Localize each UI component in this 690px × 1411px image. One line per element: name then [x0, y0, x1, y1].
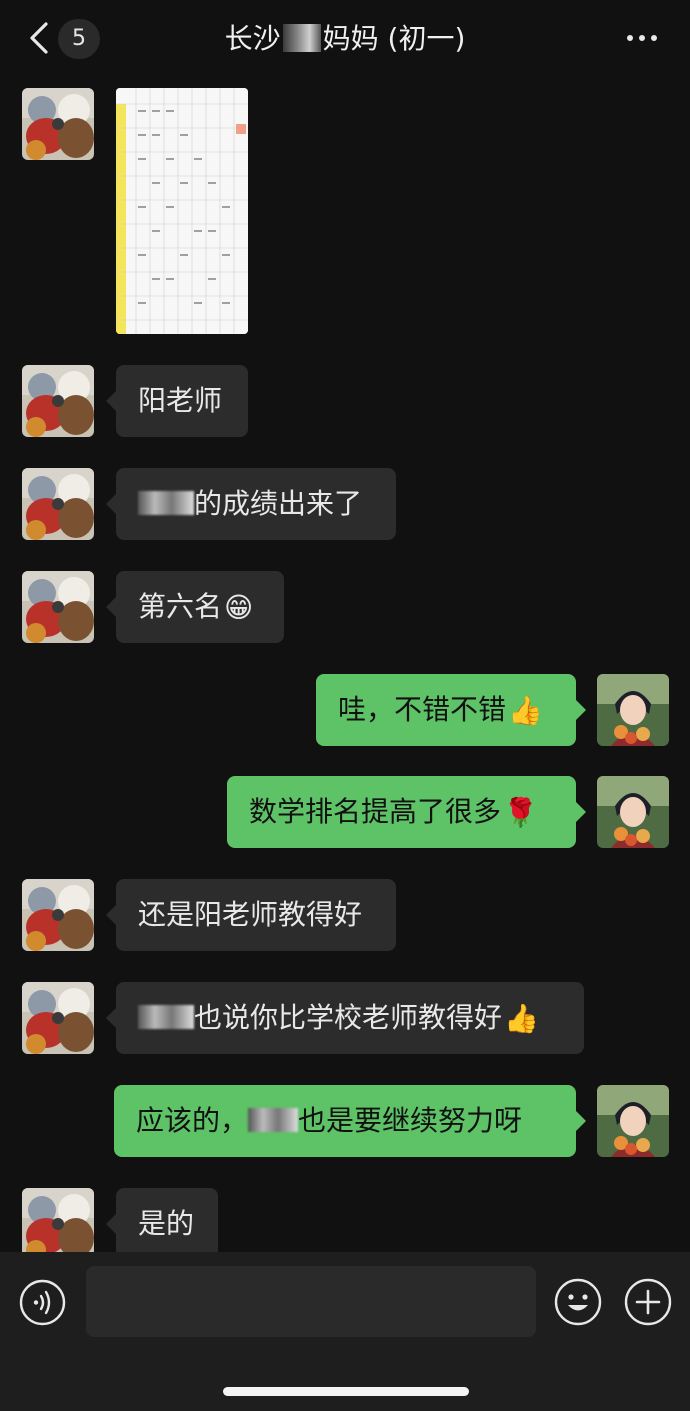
redaction-mask [138, 491, 194, 515]
ellipsis-icon [627, 35, 657, 41]
message-bubble-outgoing[interactable]: 应该的， 也是要继续努力呀 [114, 1085, 586, 1157]
contact-avatar[interactable] [22, 365, 94, 437]
contact-avatar[interactable] [22, 982, 94, 1054]
message-bubble-incoming[interactable]: 还是阳老师教得好 [106, 879, 396, 951]
smiley-icon [554, 1278, 602, 1326]
contact-avatar[interactable] [22, 879, 94, 951]
message-text: 是的 [138, 1207, 195, 1240]
message-bubble-outgoing[interactable]: 数学排名提高了很多🌹 [227, 776, 586, 848]
chat-title: 长沙 妈妈 (初一) [140, 18, 550, 60]
thumbs-up-emoji-icon: 👍 [508, 694, 543, 727]
message-bubble-incoming[interactable]: 阳老师 [106, 365, 248, 437]
home-indicator[interactable] [223, 1387, 469, 1396]
redaction-mask [282, 24, 321, 52]
chat-header: 5 长沙 妈妈 (初一) [0, 0, 690, 78]
message-bubble-incoming[interactable]: 是的 [106, 1188, 218, 1260]
message-text: 也是要继续努力呀 [298, 1104, 523, 1137]
message-input[interactable] [86, 1266, 536, 1337]
message-text: 也说你比学校老师教得好 [194, 1001, 503, 1034]
contact-avatar[interactable] [22, 468, 94, 540]
chat-title-suffix: 妈妈 (初一) [322, 22, 466, 55]
redaction-mask [248, 1108, 299, 1132]
more-options-button[interactable] [622, 28, 662, 48]
grinning-emoji-icon: 😁 [224, 591, 254, 624]
unread-count-badge: 5 [58, 19, 100, 59]
message-text: 哇，不错不错 [338, 693, 507, 726]
back-button[interactable] [22, 18, 56, 58]
self-avatar[interactable] [597, 674, 669, 746]
message-text: 数学排名提高了很多 [249, 795, 502, 828]
contact-avatar[interactable] [22, 1188, 94, 1260]
message-text: 阳老师 [138, 384, 223, 417]
redaction-mask [138, 1005, 194, 1029]
rose-emoji-icon: 🌹 [503, 796, 538, 829]
self-avatar[interactable] [597, 1085, 669, 1157]
message-text: 的成绩出来了 [194, 487, 363, 520]
thumbs-up-emoji-icon: 👍 [504, 1002, 539, 1035]
message-bubble-incoming[interactable]: 也说你比学校老师教得好👍 [106, 982, 584, 1054]
contact-avatar[interactable] [22, 571, 94, 643]
emoji-button[interactable] [554, 1278, 602, 1326]
voice-icon [19, 1279, 66, 1326]
voice-input-button[interactable] [19, 1279, 66, 1326]
plus-icon [624, 1278, 672, 1326]
message-bubble-incoming[interactable]: 的成绩出来了 [106, 468, 396, 540]
more-actions-button[interactable] [624, 1278, 672, 1326]
self-avatar[interactable] [597, 776, 669, 848]
image-message[interactable] [116, 88, 248, 334]
chevron-left-icon [30, 22, 48, 54]
message-text: 还是阳老师教得好 [138, 898, 363, 931]
message-bubble-incoming[interactable]: 第六名😁 [106, 571, 284, 643]
contact-avatar[interactable] [22, 88, 94, 160]
message-text: 第六名 [138, 590, 223, 623]
chat-title-prefix: 长沙 [224, 22, 281, 55]
message-text: 应该的， [136, 1104, 249, 1137]
message-bubble-outgoing[interactable]: 哇，不错不错👍 [316, 674, 586, 746]
